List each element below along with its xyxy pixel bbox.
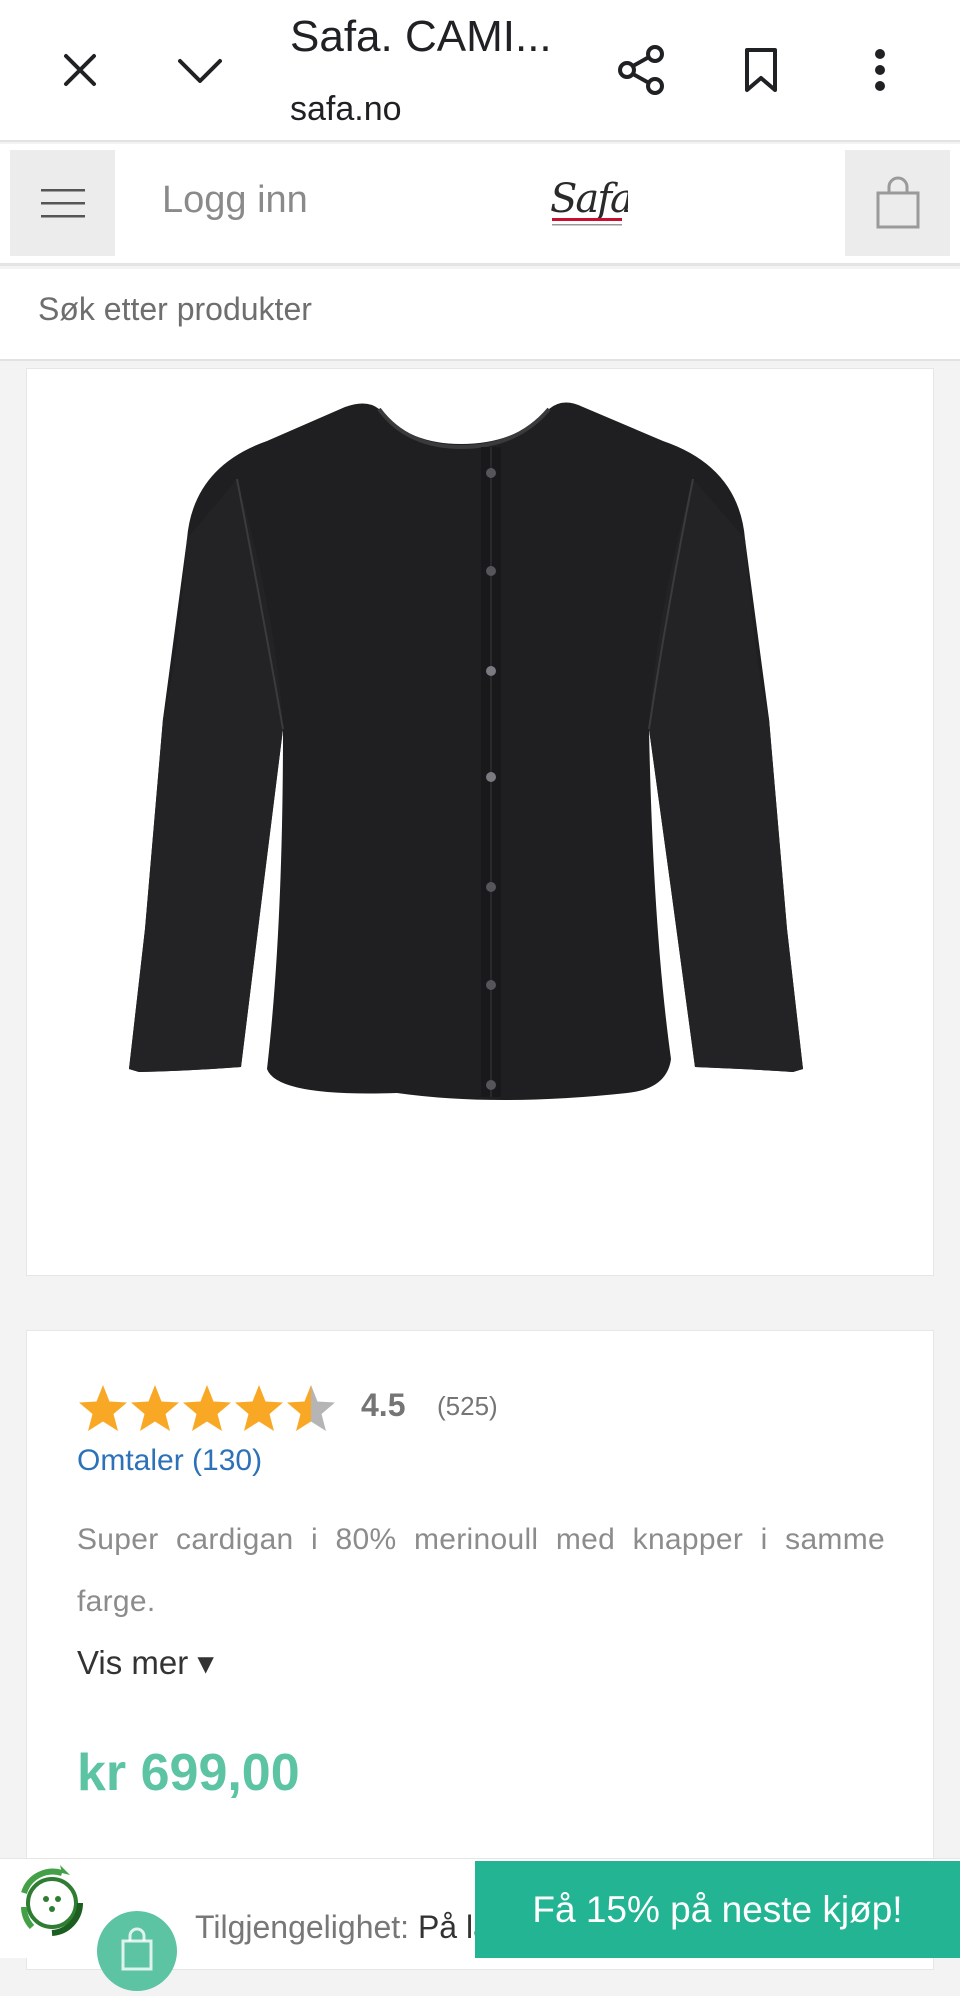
site-header: Logg inn Safa xyxy=(0,144,960,266)
availability-badge xyxy=(97,1911,177,1991)
half-star-icon xyxy=(287,1385,335,1431)
star-icon xyxy=(183,1385,231,1431)
product-image-card[interactable] xyxy=(26,368,934,1276)
cart-button[interactable] xyxy=(845,150,950,256)
star-rating[interactable] xyxy=(77,1381,341,1437)
hamburger-menu-icon xyxy=(40,189,85,218)
availability-label: Tilgjengelighet: xyxy=(195,1909,410,1945)
more-vertical-icon[interactable] xyxy=(850,40,910,100)
close-icon[interactable] xyxy=(50,40,110,100)
search-bar[interactable]: Søk etter produkter xyxy=(0,269,960,361)
share-icon[interactable] xyxy=(611,40,671,100)
bag-icon xyxy=(121,1927,153,1971)
bookmark-icon[interactable] xyxy=(731,40,791,100)
rating-count: (525) xyxy=(437,1391,498,1421)
star-icon xyxy=(79,1385,127,1431)
page-title: Safa. CAMI... xyxy=(290,12,552,61)
safa-logo[interactable]: Safa xyxy=(548,172,634,232)
availability-text: Tilgjengelighet: På la xyxy=(195,1909,491,1946)
browser-toolbar: Safa. CAMI... safa.no xyxy=(0,0,960,142)
product-price: kr 699,00 xyxy=(77,1744,300,1802)
login-link[interactable]: Logg inn xyxy=(162,179,308,222)
show-more-toggle[interactable]: Vis mer ▾ xyxy=(77,1643,214,1682)
shopping-bag-icon xyxy=(876,176,919,229)
menu-button[interactable] xyxy=(10,150,115,256)
page-url[interactable]: safa.no xyxy=(290,90,402,129)
recycle-icon[interactable] xyxy=(12,1863,92,1943)
promo-button[interactable]: Få 15% på neste kjøp! xyxy=(475,1861,960,1958)
product-image xyxy=(129,402,803,1100)
search-input[interactable]: Søk etter produkter xyxy=(38,291,312,328)
chevron-down-icon[interactable] xyxy=(170,40,230,100)
reviews-link[interactable]: Omtaler (130) xyxy=(77,1444,262,1478)
product-description: Super cardigan i 80% merinoull med knapp… xyxy=(77,1523,885,1618)
svg-text:Safa: Safa xyxy=(550,176,628,222)
rating-value: 4.5 xyxy=(361,1387,406,1423)
star-icon xyxy=(131,1385,179,1431)
star-icon xyxy=(235,1385,283,1431)
